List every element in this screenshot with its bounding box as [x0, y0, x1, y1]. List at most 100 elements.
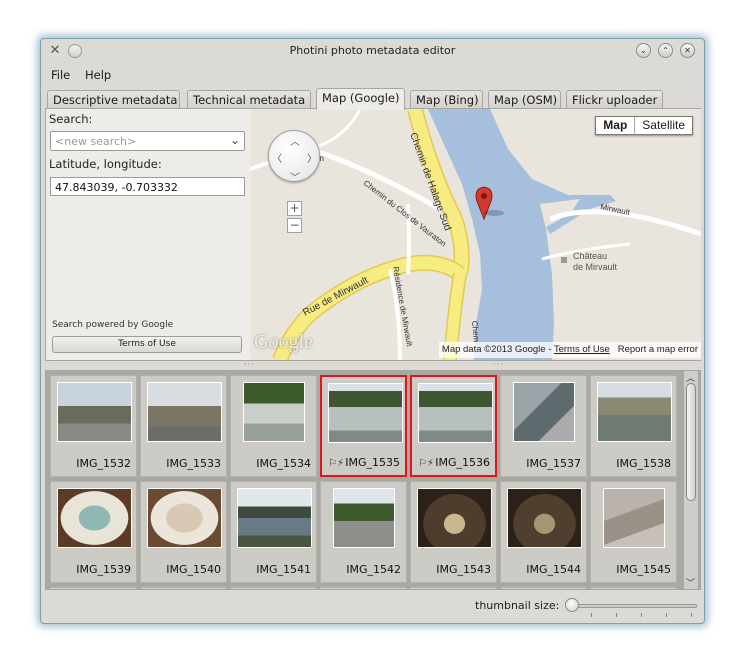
map-tab-pane: Search: <new search> ⌄ Latitude, longitu…	[45, 108, 701, 361]
label-rue-mirwault: Rue de Mirwault	[301, 275, 370, 319]
close-icon[interactable]: ✕	[680, 43, 695, 58]
tab-flickr-uploader[interactable]: Flickr uploader	[566, 90, 663, 109]
terms-of-use-button[interactable]: Terms of Use	[52, 336, 242, 353]
search-combo[interactable]: <new search> ⌄	[50, 131, 245, 151]
thumbnail-flags: ⚐⚡	[418, 458, 434, 469]
gallery-scrollbar[interactable]: ︿ ﹀	[684, 371, 698, 589]
thumbnail-partial[interactable]	[230, 587, 317, 589]
thumbnail[interactable]: IMG_1541	[230, 481, 317, 583]
tab-technical-metadata[interactable]: Technical metadata	[187, 90, 311, 109]
title-bar[interactable]: ✕ Photini photo metadata editor ⌄ ⌃ ✕	[41, 39, 704, 63]
splitter-handle[interactable]: ··· ···	[41, 360, 704, 370]
map-terms-link[interactable]: Terms of Use	[554, 344, 610, 355]
thumbnail-partial[interactable]	[590, 587, 677, 589]
pan-control[interactable]: ︿ ﹀ 〈 〉	[268, 130, 320, 184]
tab-bar: Descriptive metadata Technical metadata …	[47, 88, 697, 110]
menu-help[interactable]: Help	[85, 68, 111, 82]
thumbnail[interactable]: IMG_1532	[50, 375, 137, 477]
thumbnail-size-label: thumbnail size:	[475, 599, 560, 612]
thumbnail-label: IMG_1541	[256, 563, 311, 576]
thumbnail-image	[418, 383, 493, 443]
thumbnail[interactable]: IMG_1538	[590, 375, 677, 477]
map-attribution: Map data ©2013 Google - Terms of Use Rep…	[438, 342, 701, 358]
map-view[interactable]: Chemin de Halage Sud Chemin du Clos de V…	[250, 109, 701, 360]
thumbnail-label: IMG_1538	[616, 457, 671, 470]
tab-map-osm[interactable]: Map (OSM)	[488, 90, 561, 109]
thumbnail-partial[interactable]	[50, 587, 137, 589]
thumbnail-size-bar: thumbnail size:	[41, 595, 704, 617]
latlng-field[interactable]: 47.843039, -0.703332	[50, 177, 245, 196]
map-data-text: Map data ©2013 Google	[441, 344, 546, 355]
window-title: Photini photo metadata editor	[289, 44, 456, 57]
thumbnail-label: IMG_1537	[526, 457, 581, 470]
pan-down-icon[interactable]: ﹀	[290, 169, 300, 184]
thumbnail-selected[interactable]: ⚐⚡ IMG_1535	[320, 375, 407, 477]
thumbnail-image	[513, 382, 575, 442]
report-map-error-link[interactable]: Report a map error	[618, 344, 698, 355]
chevron-down-icon[interactable]: ⌄	[230, 133, 240, 147]
label-chem: Chem	[470, 320, 481, 342]
thumbnail-image	[147, 382, 222, 442]
thumbnail[interactable]: IMG_1539	[50, 481, 137, 583]
label-chateau-1: Château	[573, 251, 607, 261]
thumbnail-image	[243, 382, 305, 442]
latlng-label: Latitude, longitude:	[49, 157, 162, 171]
thumbnail[interactable]: IMG_1545	[590, 481, 677, 583]
thumbnail[interactable]: IMG_1537	[500, 375, 587, 477]
thumbnail-image	[57, 382, 132, 442]
maximize-icon[interactable]: ⌃	[658, 43, 673, 58]
splitter-grip-right: ···	[493, 360, 504, 369]
thumbnail-label: IMG_1543	[436, 563, 491, 576]
pan-right-icon[interactable]: 〉	[307, 150, 317, 165]
thumbnail-partial[interactable]	[500, 587, 587, 589]
map-type-satellite-button[interactable]: Satellite	[635, 117, 692, 134]
thumbnail-image	[333, 488, 395, 548]
thumbnail[interactable]: IMG_1540	[140, 481, 227, 583]
thumbnail-label: IMG_1532	[76, 457, 131, 470]
pan-left-icon[interactable]: 〈	[272, 150, 282, 165]
thumbnail-image	[597, 382, 672, 442]
scrollbar-handle[interactable]	[686, 383, 696, 501]
thumbnail-partial[interactable]	[410, 587, 497, 589]
slider-handle[interactable]	[565, 598, 579, 612]
thumbnail-partial[interactable]	[140, 587, 227, 589]
thumbnail-gallery: IMG_1532 IMG_1533 IMG_1534 ⚐⚡ IMG_1535 ⚐…	[45, 370, 701, 590]
search-label: Search:	[49, 112, 93, 126]
thumbnail-selected[interactable]: ⚐⚡ IMG_1536	[410, 375, 497, 477]
thumbnail-size-slider[interactable]	[567, 604, 697, 608]
google-logo: Google	[254, 331, 313, 353]
thumbnail-image	[603, 488, 665, 548]
scroll-down-icon[interactable]: ﹀	[686, 576, 695, 589]
zoom-out-button[interactable]: −	[287, 218, 302, 233]
thumbnail-label: IMG_1542	[346, 563, 401, 576]
thumbnail-image	[328, 383, 403, 443]
tab-descriptive-metadata[interactable]: Descriptive metadata	[47, 90, 180, 109]
thumbnail-label: IMG_1539	[76, 563, 131, 576]
thumbnail[interactable]: IMG_1544	[500, 481, 587, 583]
thumbnail-partial[interactable]	[320, 587, 407, 589]
thumbnail-image	[507, 488, 582, 548]
thumbnail[interactable]: IMG_1543	[410, 481, 497, 583]
map-search-panel: Search: <new search> ⌄ Latitude, longitu…	[46, 109, 249, 360]
thumbnail-label: IMG_1533	[166, 457, 221, 470]
tab-map-google[interactable]: Map (Google)	[316, 88, 405, 110]
zoom-in-button[interactable]: +	[287, 201, 302, 216]
thumbnail[interactable]: IMG_1542	[320, 481, 407, 583]
latlng-value: 47.843039, -0.703332	[55, 181, 178, 194]
thumbnail-label: IMG_1544	[526, 563, 581, 576]
thumbnail-image	[147, 488, 222, 548]
thumbnail-image	[57, 488, 132, 548]
thumbnail-label: IMG_1540	[166, 563, 221, 576]
thumbnail-image	[417, 488, 492, 548]
menu-bar: File Help	[41, 66, 704, 84]
thumbnail[interactable]: IMG_1534	[230, 375, 317, 477]
app-window: ✕ Photini photo metadata editor ⌄ ⌃ ✕ Fi…	[40, 38, 705, 624]
label-residence: Résidence de Mirwault	[391, 266, 414, 348]
tab-map-bing[interactable]: Map (Bing)	[410, 90, 483, 109]
minimize-icon[interactable]: ⌄	[636, 43, 651, 58]
map-type-map-button[interactable]: Map	[596, 117, 636, 134]
thumbnail[interactable]: IMG_1533	[140, 375, 227, 477]
pan-up-icon[interactable]: ︿	[290, 133, 300, 148]
menu-file[interactable]: File	[51, 68, 70, 82]
map-type-control: Map Satellite	[595, 116, 693, 135]
